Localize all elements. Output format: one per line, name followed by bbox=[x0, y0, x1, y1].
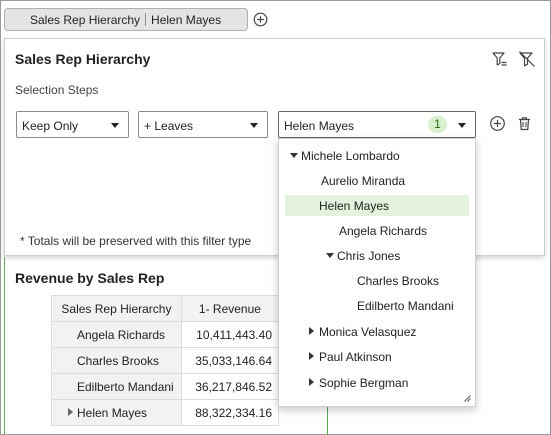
collapse-arrow-icon[interactable] bbox=[326, 253, 334, 258]
operator-select-value: + Leaves bbox=[144, 119, 194, 133]
tree-item-helen-mayes[interactable]: Helen Mayes bbox=[285, 195, 469, 216]
add-step-icon[interactable] bbox=[489, 115, 506, 132]
filter-remove-icon[interactable] bbox=[518, 50, 536, 68]
resize-grip-icon[interactable] bbox=[463, 394, 471, 402]
member-tree-dropdown: Michele Lombardo Aurelio Miranda Helen M… bbox=[278, 138, 476, 407]
table-row: Angela Richards 10,411,443.40 bbox=[51, 321, 280, 348]
filter-chip[interactable]: Sales Rep Hierarchy Helen Mayes bbox=[4, 8, 248, 31]
tree-item-sophie-bergman[interactable]: Sophie Bergman bbox=[285, 372, 469, 393]
tree-item-label: Paul Atkinson bbox=[319, 350, 392, 364]
tree-item-charles-brooks[interactable]: Charles Brooks bbox=[285, 270, 469, 291]
filter-chip-field: Sales Rep Hierarchy bbox=[30, 12, 141, 27]
row-label-text: Helen Mayes bbox=[77, 405, 148, 420]
tree-item-label: Michele Lombardo bbox=[301, 149, 400, 163]
tree-item-angela-richards[interactable]: Angela Richards bbox=[285, 220, 469, 241]
expand-arrow-icon[interactable] bbox=[309, 378, 314, 386]
expand-arrow-icon[interactable] bbox=[309, 327, 314, 335]
tree-item-aurelio-miranda[interactable]: Aurelio Miranda bbox=[285, 170, 469, 191]
filter-chip-value: Helen Mayes bbox=[151, 12, 222, 27]
tree-item-michele-lombardo[interactable]: Michele Lombardo bbox=[285, 145, 469, 166]
row-label-expandable[interactable]: Helen Mayes bbox=[51, 399, 182, 426]
filter-clear-icon[interactable] bbox=[491, 50, 509, 68]
row-label[interactable]: Edilberto Mandani bbox=[51, 373, 182, 400]
row-value: 10,411,443.40 bbox=[180, 321, 280, 348]
expand-arrow-icon[interactable] bbox=[68, 408, 73, 416]
row-label[interactable]: Charles Brooks bbox=[51, 347, 182, 374]
row-value: 36,217,846.52 bbox=[180, 373, 280, 400]
member-select-value: Helen Mayes bbox=[284, 119, 355, 133]
chevron-down-icon bbox=[250, 123, 258, 128]
row-value: 35,033,146.64 bbox=[180, 347, 280, 374]
tree-item-label: Angela Richards bbox=[339, 224, 428, 238]
table-row: Edilberto Mandani 36,217,846.52 bbox=[51, 373, 280, 400]
collapse-arrow-icon[interactable] bbox=[290, 153, 298, 158]
column-header-sales-rep[interactable]: Sales Rep Hierarchy bbox=[51, 295, 182, 322]
table-row: Helen Mayes 88,322,334.16 bbox=[51, 399, 280, 426]
panel-title: Sales Rep Hierarchy bbox=[15, 51, 151, 67]
selection-steps-label: Selection Steps bbox=[15, 83, 99, 97]
table-row: Charles Brooks 35,033,146.64 bbox=[51, 347, 280, 374]
tree-item-label: Helen Mayes bbox=[319, 199, 390, 213]
table-header-row: Sales Rep Hierarchy 1- Revenue bbox=[51, 295, 280, 322]
trash-icon[interactable] bbox=[516, 115, 533, 132]
chevron-down-icon bbox=[458, 123, 466, 128]
selected-count-badge: 1 bbox=[428, 116, 447, 133]
totals-note: * Totals will be preserved with this fil… bbox=[20, 234, 252, 248]
tree-item-label: Monica Velasquez bbox=[319, 325, 417, 339]
tree-item-edilberto-mandani[interactable]: Edilberto Mandani bbox=[285, 295, 469, 316]
tree-item-paul-atkinson[interactable]: Paul Atkinson bbox=[285, 346, 469, 367]
tree-item-label: Charles Brooks bbox=[357, 274, 440, 288]
tree-item-label: Aurelio Miranda bbox=[321, 174, 406, 188]
tree-item-label: Chris Jones bbox=[337, 249, 401, 263]
report-title: Revenue by Sales Rep bbox=[15, 270, 165, 286]
tree-item-chris-jones[interactable]: Chris Jones bbox=[285, 245, 469, 266]
row-label[interactable]: Angela Richards bbox=[51, 321, 182, 348]
action-select[interactable]: Keep Only bbox=[16, 111, 129, 138]
row-value: 88,322,334.16 bbox=[180, 399, 280, 426]
action-select-value: Keep Only bbox=[22, 119, 79, 133]
operator-select[interactable]: + Leaves bbox=[138, 111, 268, 138]
revenue-table: Sales Rep Hierarchy 1- Revenue Angela Ri… bbox=[51, 295, 280, 426]
column-header-revenue[interactable]: 1- Revenue bbox=[180, 295, 280, 322]
tree-item-label: Sophie Bergman bbox=[319, 376, 409, 390]
member-select[interactable]: Helen Mayes 1 bbox=[278, 111, 476, 138]
tree-item-monica-velasquez[interactable]: Monica Velasquez bbox=[285, 321, 469, 342]
add-filter-icon[interactable] bbox=[253, 12, 268, 27]
expand-arrow-icon[interactable] bbox=[309, 352, 314, 360]
tree-item-label: Edilberto Mandani bbox=[357, 299, 454, 313]
chevron-down-icon bbox=[111, 123, 119, 128]
